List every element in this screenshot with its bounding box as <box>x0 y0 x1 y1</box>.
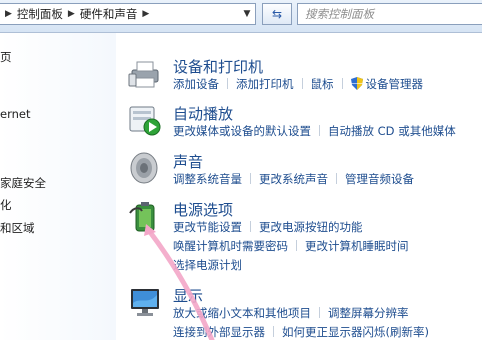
sidebar-item-family-safety[interactable]: 家庭安全 <box>0 175 46 191</box>
chevron-right-icon: ▶ <box>5 9 12 19</box>
speaker-icon <box>130 152 158 184</box>
address-bar: ▶ 控制面板 ▶ 硬件和声音 ▶ ▼ ⇆ 搜索控制面板 <box>0 0 482 33</box>
sidebar-item-appearance[interactable]: 化 <box>0 197 12 213</box>
monitor-icon <box>131 289 159 316</box>
separator <box>296 240 297 251</box>
sidebar-item-home[interactable]: 页 <box>0 49 12 65</box>
link-row: 更改媒体或设备的默认设置 自动播放 CD 或其他媒体 <box>173 123 456 139</box>
sidebar: 页 ernet 家庭安全 化 和区域 <box>0 33 116 340</box>
section-title[interactable]: 显示 <box>173 285 203 306</box>
link-row: 选择电源计划 <box>173 257 242 273</box>
section-title[interactable]: 自动播放 <box>173 103 233 124</box>
zoom-text-link[interactable]: 放大或缩小文本和其他项目 <box>173 306 311 320</box>
fix-flicker-link[interactable]: 如何更正显示器闪烁(刷新率) <box>282 325 429 339</box>
adjust-volume-link[interactable]: 调整系统音量 <box>173 172 242 186</box>
device-manager-link[interactable]: 设备管理器 <box>366 77 424 91</box>
change-power-buttons-link[interactable]: 更改电源按钮的功能 <box>259 220 363 234</box>
separator <box>319 307 320 318</box>
uac-shield-icon <box>350 77 363 90</box>
separator <box>341 78 343 89</box>
require-password-on-wake-link[interactable]: 唤醒计算机时需要密码 <box>173 239 288 253</box>
link-row: 唤醒计算机时需要密码 更改计算机睡眠时间 <box>173 238 409 254</box>
sidebar-item-region[interactable]: 和区域 <box>0 220 35 236</box>
breadcrumb[interactable]: ▶ 控制面板 ▶ 硬件和声音 ▶ <box>0 3 256 25</box>
separator <box>250 221 251 232</box>
change-sleep-time-link[interactable]: 更改计算机睡眠时间 <box>305 239 409 253</box>
manage-audio-devices-link[interactable]: 管理音频设备 <box>345 172 414 186</box>
autoplay-cd-link[interactable]: 自动播放 CD 或其他媒体 <box>328 124 456 138</box>
search-input[interactable]: 搜索控制面板 <box>297 3 482 25</box>
separator <box>336 173 337 184</box>
battery-icon <box>129 202 155 232</box>
separator <box>319 125 320 136</box>
mouse-link[interactable]: 鼠标 <box>311 77 334 91</box>
link-row: 连接到外部显示器 如何更正显示器闪烁(刷新率) <box>173 324 429 340</box>
change-system-sounds-link[interactable]: 更改系统声音 <box>259 172 328 186</box>
choose-power-plan-link[interactable]: 选择电源计划 <box>173 258 242 272</box>
refresh-button[interactable]: ⇆ <box>262 3 292 25</box>
section-title[interactable]: 声音 <box>173 151 203 172</box>
change-power-saving-link[interactable]: 更改节能设置 <box>173 220 242 234</box>
chevron-right-icon[interactable]: ▶ <box>137 9 154 19</box>
address-dropdown-icon[interactable]: ▼ <box>238 4 256 24</box>
connect-external-display-link[interactable]: 连接到外部显示器 <box>173 325 265 339</box>
sidebar-item-network[interactable]: ernet <box>0 107 30 121</box>
adjust-resolution-link[interactable]: 调整屏幕分辨率 <box>328 306 409 320</box>
breadcrumb-control-panel[interactable]: 控制面板 <box>17 6 63 22</box>
printer-icon <box>128 61 159 88</box>
chevron-right-icon: ▶ <box>67 9 75 19</box>
separator <box>273 326 274 337</box>
link-row: 调整系统音量 更改系统声音 管理音频设备 <box>173 171 414 187</box>
link-row: 添加设备 添加打印机 鼠标 设备管理器 <box>173 76 423 92</box>
refresh-icon: ⇆ <box>271 7 283 21</box>
change-media-defaults-link[interactable]: 更改媒体或设备的默认设置 <box>173 124 311 138</box>
separator <box>301 78 303 89</box>
section-title[interactable]: 设备和打印机 <box>173 56 263 77</box>
add-device-link[interactable]: 添加设备 <box>173 77 219 91</box>
separator <box>250 173 251 184</box>
breadcrumb-hardware-sound[interactable]: 硬件和声音 <box>80 6 138 22</box>
section-title[interactable]: 电源选项 <box>173 199 233 220</box>
add-printer-link[interactable]: 添加打印机 <box>236 77 294 91</box>
link-row: 更改节能设置 更改电源按钮的功能 <box>173 219 363 235</box>
autoplay-icon <box>129 106 161 136</box>
link-row: 放大或缩小文本和其他项目 调整屏幕分辨率 <box>173 305 409 321</box>
separator <box>227 78 228 89</box>
